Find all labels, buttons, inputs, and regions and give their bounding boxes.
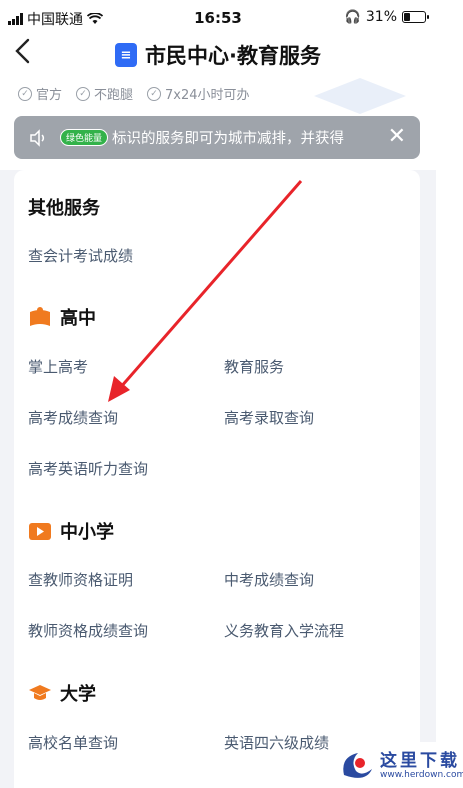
section-univ-title: 大学 — [28, 680, 96, 706]
watermark-logo — [343, 753, 372, 778]
tag-24h: ✓ 7x24小时可办 — [147, 84, 250, 103]
green-energy-badge: 绿色能量 — [60, 129, 109, 146]
service-link[interactable]: 中考成绩查询 — [224, 569, 314, 590]
service-tags: ✓ 官方 ✓ 不跑腿 ✓ 7x24小时可办 — [18, 84, 250, 103]
service-link[interactable]: 查教师资格证明 — [28, 569, 133, 590]
play-icon — [29, 523, 51, 540]
graduation-cap-bg-icon — [314, 78, 406, 114]
service-link[interactable]: 义务教育入学流程 — [224, 620, 344, 641]
tag-no-errand: ✓ 不跑腿 — [76, 84, 133, 103]
citizen-center-logo-icon: ≡ — [115, 43, 137, 67]
section-other-title: 其他服务 — [28, 198, 100, 219]
battery-icon — [402, 11, 429, 23]
service-link[interactable]: 高考英语听力查询 — [28, 458, 148, 479]
check-circle-icon: ✓ — [18, 86, 32, 101]
tag-official: ✓ 官方 — [18, 84, 62, 103]
site-watermark: 这里下载 www.herdown.com — [330, 742, 463, 788]
section-high-title: 高中 — [28, 304, 96, 330]
service-link[interactable]: 教师资格成绩查询 — [28, 620, 148, 641]
graduation-cap-icon — [29, 685, 51, 700]
services-card: 其他服务 查会计考试成绩 高中 掌上高考 教育服务 高考成绩查询 高考录取查询 … — [14, 170, 420, 788]
watermark-url: www.herdown.com — [380, 770, 463, 780]
notice-text: 标识的服务即可为城市减排，并获得 — [112, 131, 345, 147]
status-right: 🎧 31% — [344, 9, 429, 25]
watermark-title: 这里下载 — [380, 751, 460, 771]
notice-banner[interactable]: 绿色能量 标识的服务即可为城市减排，并获得 ✕ — [14, 116, 420, 159]
page-title: 市民中心·教育服务 — [145, 44, 321, 68]
service-link[interactable]: 教育服务 — [224, 356, 284, 377]
service-link[interactable]: 查会计考试成绩 — [28, 245, 133, 266]
service-link[interactable]: 掌上高考 — [28, 356, 88, 377]
phone-screen: 中国联通 16:53 🎧 31% ≡ 市民中心·教育服务 ✓ 官方 ✓ 不跑腿 ✓ 7… — [0, 0, 436, 788]
speaker-icon — [30, 128, 45, 147]
check-circle-icon: ✓ — [147, 86, 162, 101]
service-link[interactable]: 英语四六级成绩 — [224, 732, 329, 753]
status-bar: 中国联通 16:53 🎧 31% — [0, 0, 436, 36]
section-middle-title: 中小学 — [28, 518, 114, 544]
service-link[interactable]: 高校名单查询 — [28, 732, 118, 753]
close-icon[interactable]: ✕ — [388, 126, 406, 148]
headphone-icon: 🎧 — [344, 9, 361, 25]
service-link[interactable]: 高考录取查询 — [224, 407, 314, 428]
service-link[interactable]: 高考成绩查询 — [28, 407, 118, 428]
check-circle-icon: ✓ — [76, 86, 91, 101]
battery-fill — [404, 13, 410, 21]
book-icon — [30, 307, 50, 326]
battery-percent: 31% — [365, 9, 397, 25]
title-bar: ≡ 市民中心·教育服务 — [0, 40, 436, 70]
